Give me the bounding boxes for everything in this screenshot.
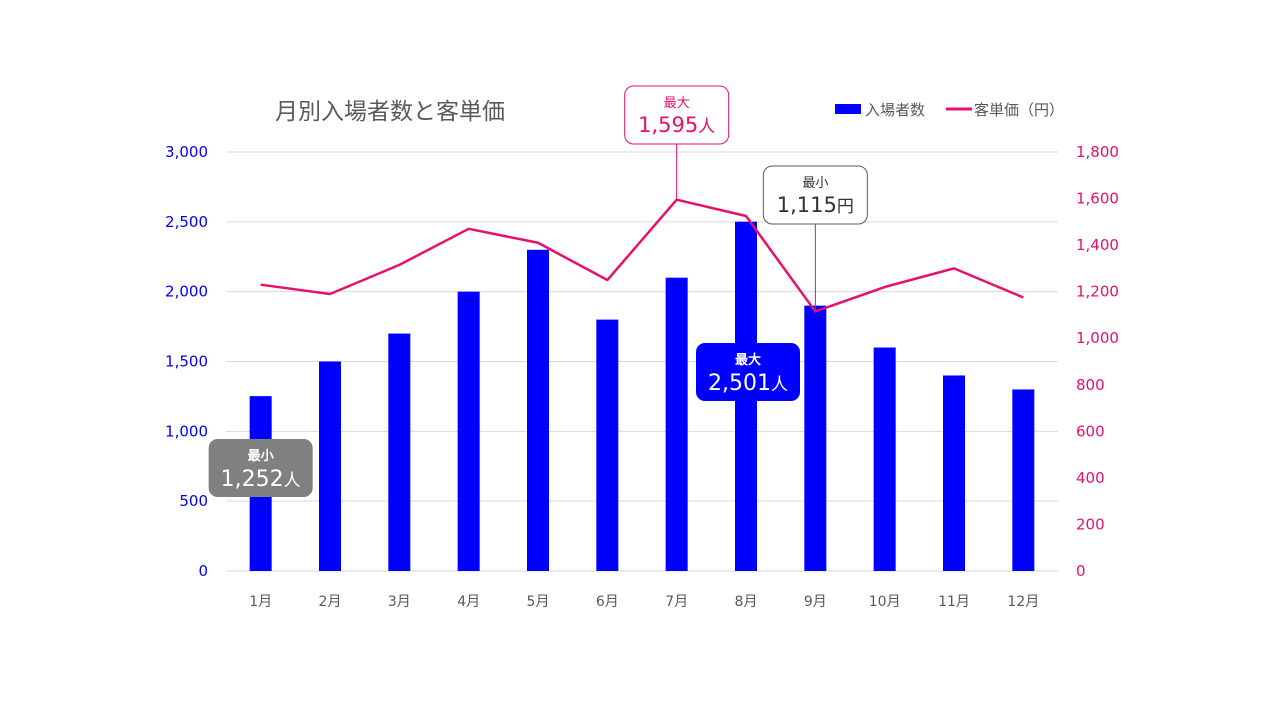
y-right-tick-label: 1,600 <box>1076 190 1119 208</box>
callout-label: 最大 <box>735 352 761 368</box>
callout-value: 1,595人 <box>638 113 715 137</box>
x-tick-label: 8月 <box>735 594 758 610</box>
legend-label-line: 客単価（円） <box>974 101 1064 119</box>
callout-value: 2,501人 <box>708 371 788 396</box>
annotation-callout: 最小 1,252人 <box>208 439 313 497</box>
x-tick-label: 10月 <box>869 594 901 610</box>
y-right-tick-label: 1,800 <box>1076 143 1119 161</box>
line-path <box>260 198 1024 313</box>
x-tick-label: 3月 <box>388 594 411 610</box>
legend: 入場者数 客単価（円） <box>835 101 1064 119</box>
bar <box>457 291 480 571</box>
y-left-tick-label: 1,500 <box>165 353 208 371</box>
y-left-tick-label: 3,000 <box>165 143 208 161</box>
callout-label: 最大 <box>664 96 690 111</box>
bar-series <box>249 221 1035 571</box>
chart: 月別入場者数と客単価 0 500 1,000 1,500 2,000 2,500 3,000… <box>165 85 1119 610</box>
x-tick-label: 6月 <box>596 594 619 610</box>
y-right-tick-label: 400 <box>1076 469 1105 487</box>
y-right-tick-label: 600 <box>1076 422 1105 440</box>
x-tick-label: 5月 <box>527 594 550 610</box>
x-tick-label: 2月 <box>319 594 342 610</box>
bar <box>804 305 827 571</box>
callout-value: 1,252人 <box>221 467 301 492</box>
bar <box>319 361 341 571</box>
bar <box>873 347 896 571</box>
x-tick-label: 1月 <box>249 594 272 610</box>
bar <box>596 319 619 571</box>
legend-label-bar: 入場者数 <box>865 101 925 119</box>
annotation-callout: 最大 2,501人 <box>696 343 800 401</box>
y-right-tick-label: 1,400 <box>1076 236 1119 254</box>
bar <box>665 277 688 571</box>
x-axis: 1月 2月 3月 4月 5月 6月 7月 8月 9月 10月 11月 12月 <box>249 594 1039 610</box>
y-right-tick-label: 800 <box>1076 376 1105 394</box>
x-tick-label: 4月 <box>457 594 480 610</box>
x-tick-label: 11月 <box>938 594 970 610</box>
y-left-tick-label: 1,000 <box>165 422 208 440</box>
y-left-tick-label: 500 <box>179 492 208 510</box>
callout-label: 最小 <box>248 449 274 464</box>
chart-title: 月別入場者数と客単価 <box>275 99 505 125</box>
bar <box>388 333 411 571</box>
y-left-tick-label: 0 <box>198 562 208 580</box>
gridlines <box>226 151 1058 572</box>
right-axis: 0 200 400 600 800 1,000 1,200 1,400 1,600 1,800 <box>1076 143 1119 580</box>
x-tick-label: 7月 <box>665 594 688 610</box>
bar <box>943 375 965 571</box>
y-right-tick-label: 1,200 <box>1076 283 1119 301</box>
y-left-tick-label: 2,000 <box>165 283 208 301</box>
left-axis: 0 500 1,000 1,500 2,000 2,500 3,000 <box>165 143 208 580</box>
y-right-tick-label: 1,000 <box>1076 329 1119 347</box>
callout-label: 最小 <box>802 176 828 191</box>
bar <box>1012 389 1035 571</box>
y-left-tick-label: 2,500 <box>165 213 208 231</box>
y-right-tick-label: 0 <box>1076 562 1086 580</box>
line-series <box>260 198 1024 313</box>
callout-value: 1,115円 <box>777 193 854 217</box>
x-tick-label: 9月 <box>804 594 827 610</box>
annotation-callout: 最大 1,595人 <box>624 85 730 200</box>
legend-swatch-bar <box>835 104 861 114</box>
bar <box>527 249 549 571</box>
y-right-tick-label: 200 <box>1076 515 1105 533</box>
annotation-callout: 最小 1,115円 <box>762 165 868 312</box>
x-tick-label: 12月 <box>1007 594 1039 610</box>
